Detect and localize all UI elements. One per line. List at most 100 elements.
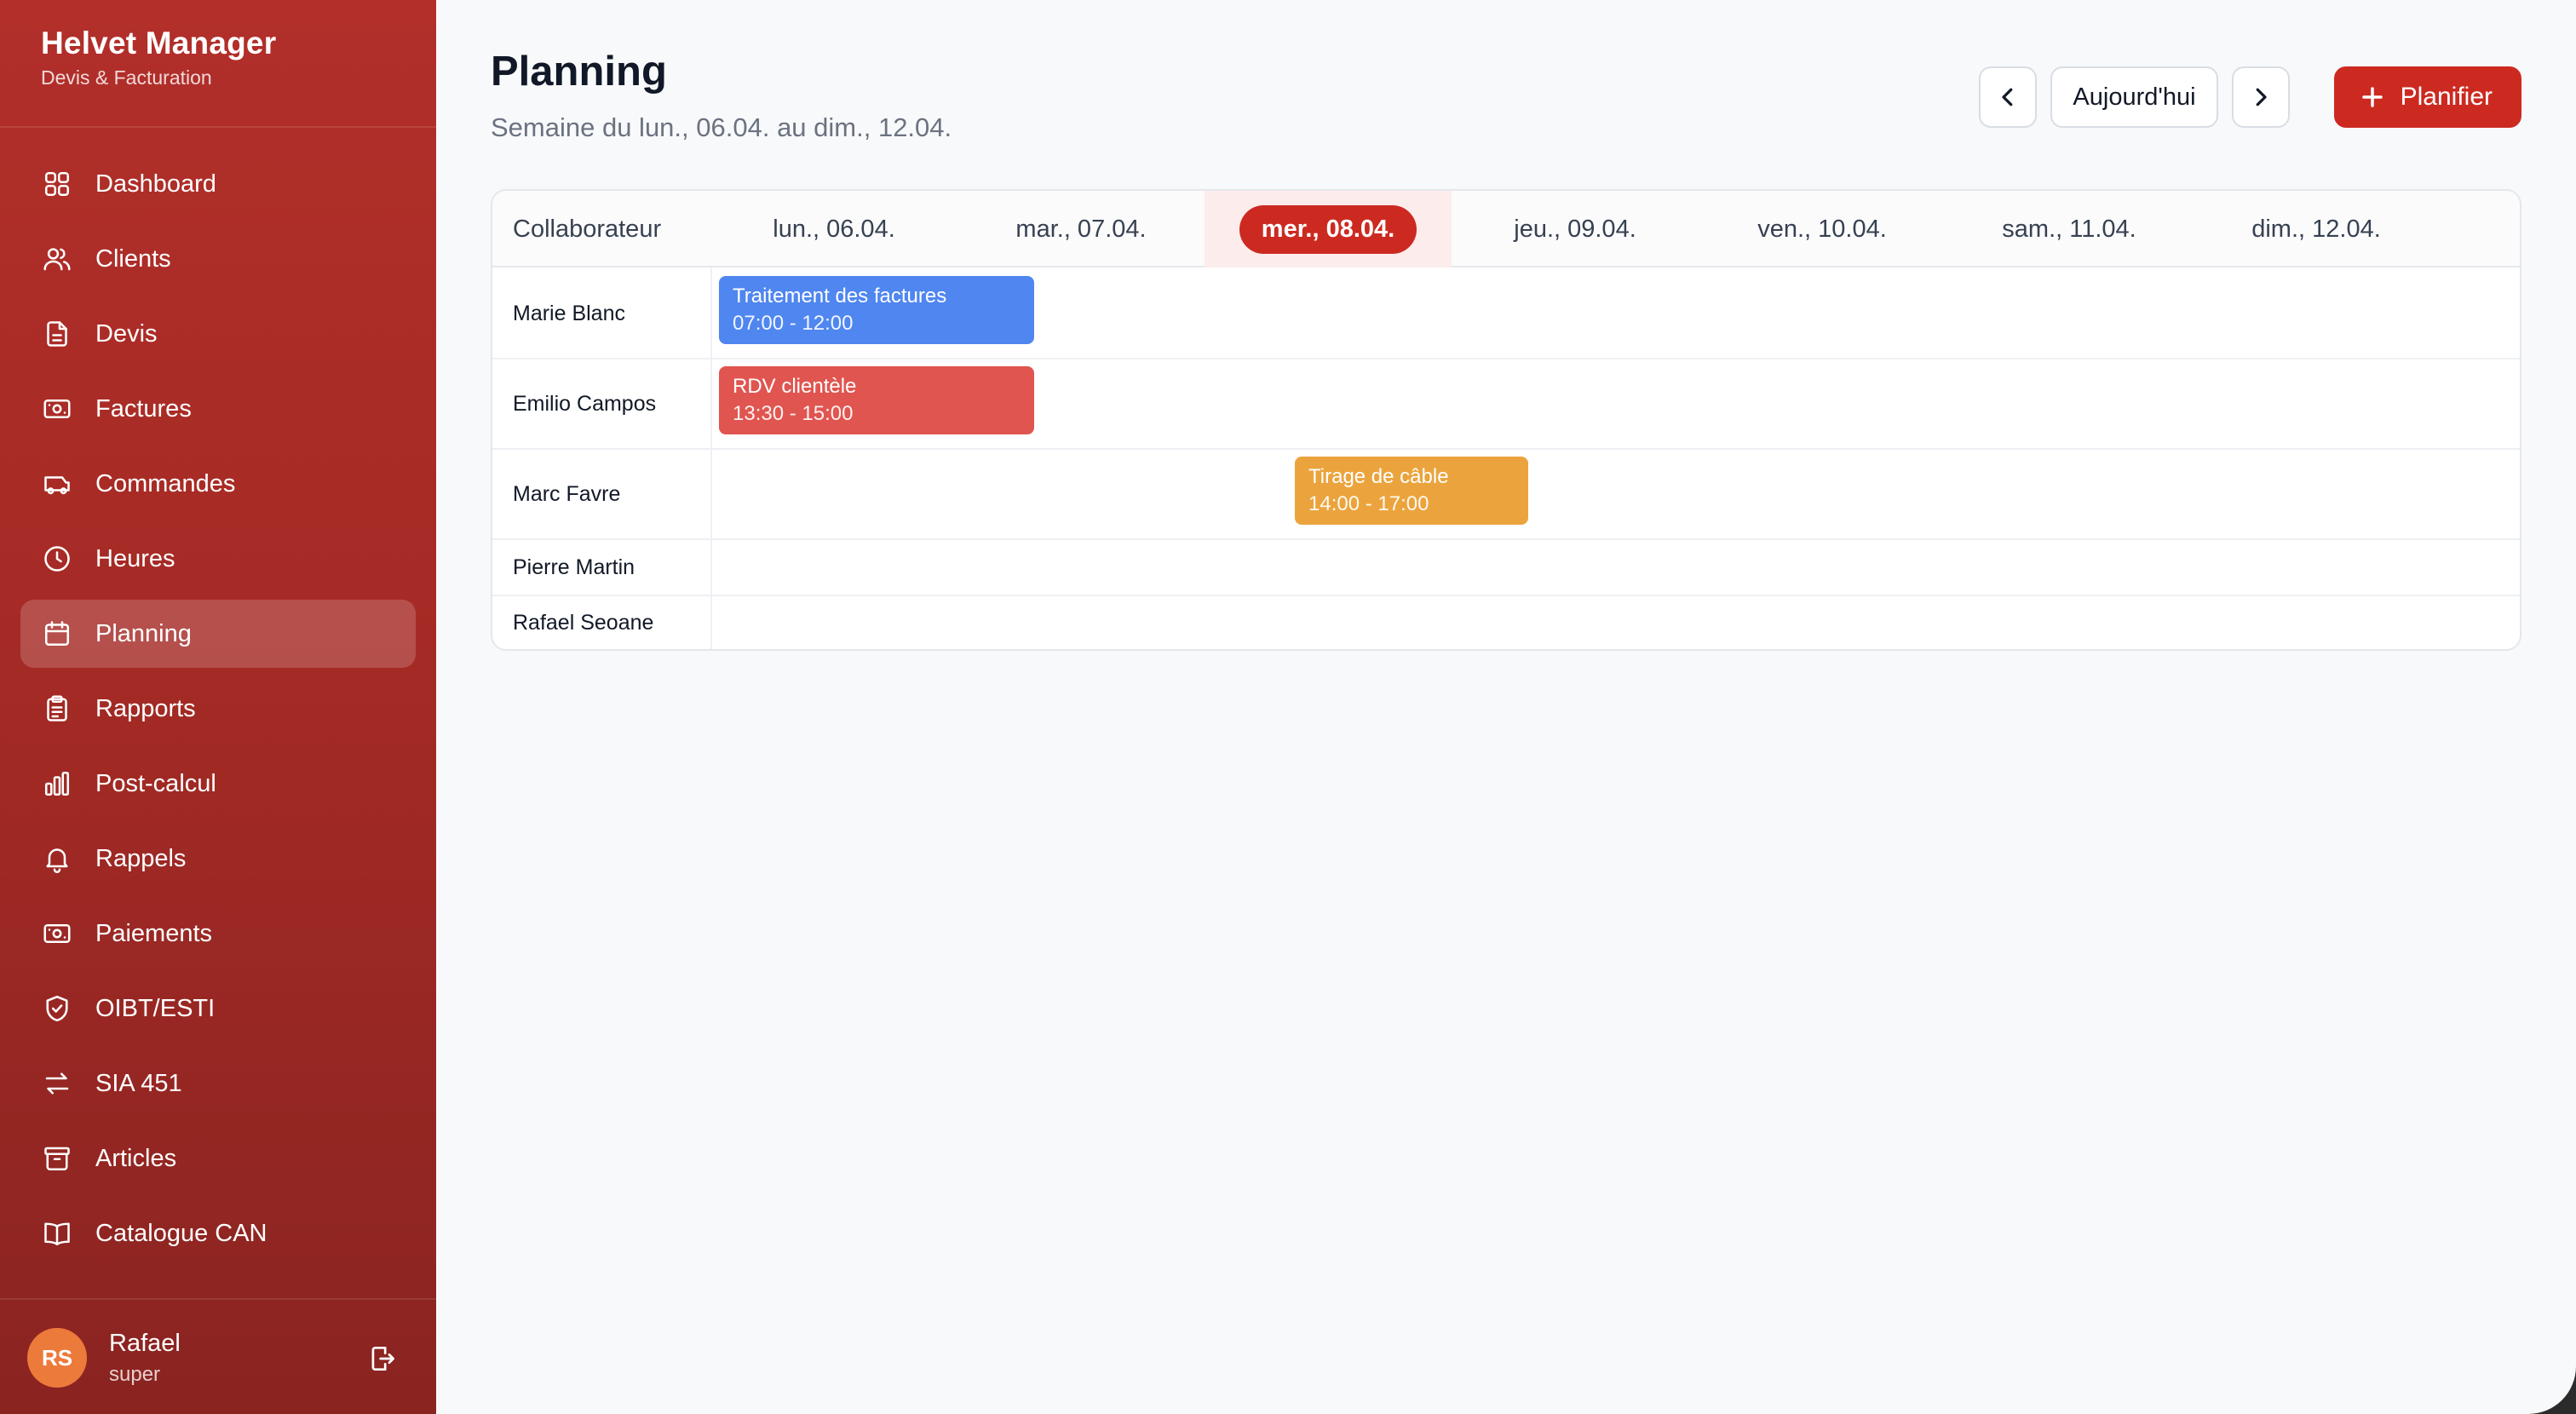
chevron-right-icon <box>2256 88 2267 106</box>
book-icon <box>41 1217 73 1250</box>
sidebar-item-dashboard[interactable]: Dashboard <box>20 150 416 218</box>
sidebar-item-label: Catalogue CAN <box>95 1219 267 1247</box>
sidebar-item-label: Heures <box>95 544 175 572</box>
day-header: dim., 12.04. <box>2193 191 2440 267</box>
sidebar-item-rapports[interactable]: Rapports <box>20 675 416 743</box>
document-icon <box>41 318 73 350</box>
sidebar-item-label: Rapports <box>95 694 196 722</box>
user-role: super <box>109 1362 161 1386</box>
previous-week-button[interactable] <box>1979 66 2038 128</box>
sidebar-item-oibt-esti[interactable]: OIBT/ESTI <box>20 974 416 1043</box>
table-row: Rafael Seoane <box>492 596 2520 649</box>
divider <box>0 1298 436 1300</box>
sidebar-nav: Dashboard Clients Devis Factures Command… <box>20 150 416 1274</box>
week-range: Semaine du lun., 06.04. au dim., 12.04. <box>491 112 952 142</box>
app-window: Helvet Manager Devis & Facturation Dashb… <box>0 0 2576 1414</box>
sidebar-item-devis[interactable]: Devis <box>20 300 416 368</box>
sidebar-item-label: Commandes <box>95 469 236 497</box>
sidebar-item-factures[interactable]: Factures <box>20 375 416 443</box>
planning-grid: Collaborateur lun., 06.04. mar., 07.04. … <box>491 189 2521 651</box>
day-label: sam., 11.04. <box>2002 215 2136 243</box>
event-title: Tirage de câble <box>1308 465 1449 488</box>
sidebar-item-label: Post-calcul <box>95 769 216 797</box>
clipboard-icon <box>41 693 73 725</box>
event-block[interactable]: RDV clientèle 13:30 - 15:00 <box>719 366 1034 434</box>
sidebar-item-sia-451[interactable]: SIA 451 <box>20 1049 416 1118</box>
shield-check-icon <box>41 992 73 1025</box>
table-row: Pierre Martin <box>492 540 2520 596</box>
sidebar-item-label: Paiements <box>95 919 213 947</box>
sidebar-item-commandes[interactable]: Commandes <box>20 450 416 518</box>
collaborator-name: Marc Favre <box>513 481 621 506</box>
next-week-button[interactable] <box>2231 66 2290 128</box>
user-info: Rafael super <box>109 1330 181 1387</box>
sidebar-item-label: Rappels <box>95 844 187 872</box>
app-subtitle: Devis & Facturation <box>41 66 212 89</box>
planning-header-row: Collaborateur lun., 06.04. mar., 07.04. … <box>492 191 2520 267</box>
event-block[interactable]: Traitement des factures 07:00 - 12:00 <box>719 276 1034 344</box>
today-button[interactable]: Aujourd'hui <box>2050 66 2218 128</box>
chevron-left-icon <box>2002 88 2013 106</box>
sidebar-item-label: Planning <box>95 619 192 647</box>
collaborator-column-header: Collaborateur <box>513 215 662 243</box>
sidebar-item-label: OIBT/ESTI <box>95 994 216 1022</box>
sidebar-item-label: Articles <box>95 1144 177 1172</box>
day-label: jeu., 09.04. <box>1514 215 1636 243</box>
today-badge: mer., 08.04. <box>1239 204 1417 254</box>
sidebar-item-label: Factures <box>95 394 192 422</box>
schedule-button-label: Planifier <box>2400 83 2493 111</box>
day-header: lun., 06.04. <box>710 191 957 267</box>
sidebar-item-clients[interactable]: Clients <box>20 225 416 293</box>
sidebar-item-label: Dashboard <box>95 170 216 198</box>
logout-icon[interactable] <box>366 1342 399 1375</box>
truck-icon <box>41 468 73 500</box>
user-panel: RS Rafael super <box>27 1327 409 1388</box>
sidebar: Helvet Manager Devis & Facturation Dashb… <box>0 0 436 1414</box>
collaborator-name: Pierre Martin <box>513 555 635 579</box>
event-block[interactable]: Tirage de câble 14:00 - 17:00 <box>1295 457 1528 525</box>
sidebar-item-articles[interactable]: Articles <box>20 1124 416 1193</box>
clock-icon <box>41 543 73 575</box>
day-label: mar., 07.04. <box>1015 215 1147 243</box>
sidebar-item-catalogue-can[interactable]: Catalogue CAN <box>20 1199 416 1267</box>
sidebar-item-label: Clients <box>95 244 171 273</box>
day-header-today: mer., 08.04. <box>1205 191 1452 267</box>
sidebar-item-paiements[interactable]: Paiements <box>20 900 416 968</box>
sidebar-item-heures[interactable]: Heures <box>20 525 416 593</box>
dashboard-icon <box>41 168 73 200</box>
collaborator-name: Marie Blanc <box>513 301 625 325</box>
event-time: 13:30 - 15:00 <box>733 402 854 425</box>
day-label: ven., 10.04. <box>1757 215 1887 243</box>
event-title: Traitement des factures <box>733 285 947 308</box>
sidebar-item-rappels[interactable]: Rappels <box>20 825 416 893</box>
page-title: Planning <box>491 49 667 95</box>
plus-icon <box>2361 87 2383 107</box>
avatar[interactable]: RS <box>27 1328 87 1388</box>
sidebar-item-label: Devis <box>95 319 158 348</box>
app-title: Helvet Manager <box>41 26 277 60</box>
bell-icon <box>41 842 73 875</box>
day-header: mar., 07.04. <box>957 191 1205 267</box>
brand: Helvet Manager Devis & Facturation <box>41 26 276 89</box>
day-header: ven., 10.04. <box>1699 191 1946 267</box>
sidebar-item-planning[interactable]: Planning <box>20 600 416 668</box>
banknote-icon <box>41 917 73 950</box>
calendar-icon <box>41 618 73 650</box>
schedule-button[interactable]: Planifier <box>2333 66 2521 128</box>
bar-chart-icon <box>41 767 73 800</box>
collaborator-name: Emilio Campos <box>513 391 657 416</box>
banknote-icon <box>41 393 73 425</box>
toolbar: Aujourd'hui Planifier <box>1979 66 2521 128</box>
user-name: Rafael <box>109 1329 181 1357</box>
event-title: RDV clientèle <box>733 375 857 398</box>
main-content: Planning Semaine du lun., 06.04. au dim.… <box>436 0 2576 1414</box>
sidebar-item-post-calcul[interactable]: Post-calcul <box>20 750 416 818</box>
divider <box>0 126 436 128</box>
event-time: 07:00 - 12:00 <box>733 312 854 335</box>
day-label: lun., 06.04. <box>773 215 895 243</box>
collaborator-name: Rafael Seoane <box>513 610 654 635</box>
sidebar-item-label: SIA 451 <box>95 1069 182 1097</box>
event-time: 14:00 - 17:00 <box>1308 492 1429 515</box>
users-icon <box>41 243 73 275</box>
arrows-exchange-icon <box>41 1067 73 1100</box>
